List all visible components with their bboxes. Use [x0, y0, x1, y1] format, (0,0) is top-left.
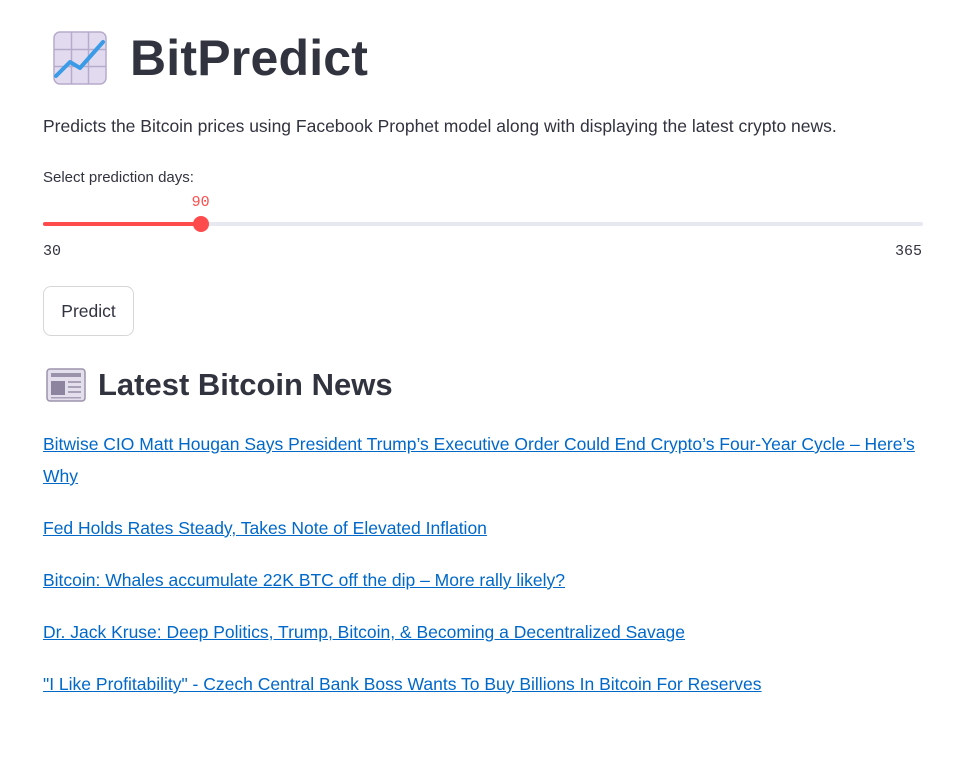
news-list: Bitwise CIO Matt Hougan Says President T…	[43, 428, 923, 720]
app-page: BitPredict Predicts the Bitcoin prices u…	[0, 0, 978, 777]
news-link[interactable]: Fed Holds Rates Steady, Takes Note of El…	[43, 512, 923, 544]
app-title: BitPredict	[130, 30, 369, 86]
news-section-title: Latest Bitcoin News	[98, 367, 393, 402]
news-link[interactable]: "I Like Profitability" - Czech Central B…	[43, 668, 923, 700]
news-header: Latest Bitcoin News	[46, 367, 393, 403]
app-description: Predicts the Bitcoin prices using Facebo…	[43, 116, 837, 136]
newspaper-icon	[46, 368, 86, 402]
prediction-days-slider[interactable]	[43, 216, 923, 232]
slider-current-value: 90	[191, 194, 210, 211]
slider-min-label: 30	[43, 243, 62, 260]
predict-button[interactable]: Predict	[43, 286, 134, 336]
slider-label: Select prediction days:	[43, 169, 194, 186]
slider-thumb[interactable]	[192, 216, 209, 232]
slider-fill	[43, 222, 201, 226]
chart-increasing-icon	[53, 31, 107, 85]
news-link[interactable]: Bitwise CIO Matt Hougan Says President T…	[43, 428, 923, 492]
news-link[interactable]: Dr. Jack Kruse: Deep Politics, Trump, Bi…	[43, 616, 923, 648]
slider-max-label: 365	[894, 243, 922, 260]
title-row: BitPredict	[52, 28, 368, 88]
news-link[interactable]: Bitcoin: Whales accumulate 22K BTC off t…	[43, 564, 923, 596]
